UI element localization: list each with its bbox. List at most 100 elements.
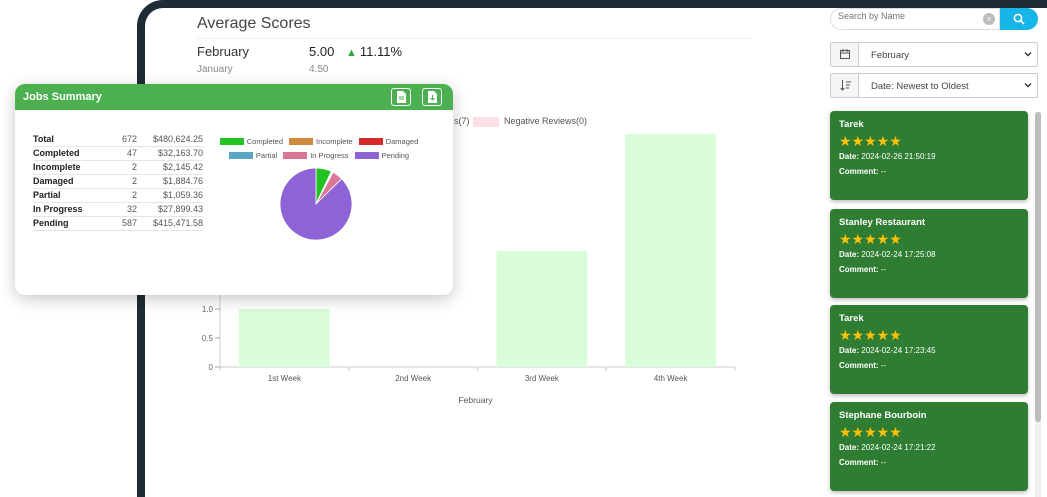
- jobs-summary-card: Jobs Summary Total 672 $480,624.25 Complete…: [15, 84, 453, 295]
- review-date: Date: 2024-02-24 17:23:45: [839, 346, 1019, 355]
- sort-select[interactable]: Date: Newest to Oldest: [830, 73, 1038, 98]
- x-tick-label: 2nd Week: [395, 374, 432, 383]
- reviewer-name: Tarek: [839, 119, 864, 130]
- pie-legend-label: Pending: [381, 151, 410, 160]
- month-select[interactable]: February: [830, 42, 1038, 67]
- review-card[interactable]: Tarek ★★★★★ Date: 2024-02-26 21:50:19 Comme…: [830, 111, 1028, 200]
- jobs-summary-title: Jobs Summary: [23, 91, 102, 103]
- pie-legend-swatch: [228, 152, 253, 159]
- row-label: Total: [33, 132, 99, 147]
- row-amount: $415,471.58: [137, 216, 203, 231]
- table-row: Incomplete 2 $2,145.42: [33, 160, 203, 175]
- file-export-icon: [397, 91, 406, 103]
- comment-label: Comment:: [839, 458, 879, 467]
- search-button[interactable]: [1000, 8, 1038, 30]
- bar-1[interactable]: [239, 309, 330, 367]
- x-tick-label: 3rd Week: [525, 374, 560, 383]
- date-label: Date:: [839, 346, 860, 355]
- row-label: Partial: [33, 188, 99, 203]
- calendar-icon: [840, 49, 850, 59]
- table-row: Pending 587 $415,471.58: [33, 216, 203, 231]
- pie-legend-item[interactable]: In Progress: [283, 151, 349, 160]
- y-tick-label: 1.0: [202, 305, 214, 314]
- pie-legend-label: Completed: [246, 137, 284, 146]
- date-label: Date:: [839, 152, 860, 161]
- review-card[interactable]: Stephane Bourboin ★★★★★ Date: 2024-02-24 1…: [830, 402, 1028, 491]
- row-count: 47: [99, 146, 137, 161]
- export-pdf-button[interactable]: [391, 88, 411, 106]
- pie-legend: Completed Incomplete Damaged Partial In Pro…: [209, 137, 429, 165]
- row-label: In Progress: [33, 202, 99, 217]
- star-rating: ★★★★★: [839, 327, 902, 343]
- table-row: Completed 47 $32,163.70: [33, 146, 203, 161]
- bar-4[interactable]: [625, 134, 716, 367]
- review-date: Date: 2024-02-26 21:50:19: [839, 152, 1019, 161]
- comment-label: Comment:: [839, 265, 879, 274]
- sort-select-value: Date: Newest to Oldest: [871, 81, 969, 92]
- row-amount: $480,624.25: [137, 132, 203, 147]
- chevron-down-icon: [1024, 52, 1032, 57]
- comment-label: Comment:: [839, 167, 879, 176]
- clear-search-icon[interactable]: ×: [983, 13, 995, 25]
- file-download-icon: [428, 91, 437, 103]
- star-rating: ★★★★★: [839, 424, 902, 440]
- reviewer-name: Stanley Restaurant: [839, 217, 926, 228]
- date-value: 2024-02-26 21:50:19: [861, 152, 936, 161]
- jobs-status-pie-chart: [279, 167, 353, 241]
- review-card[interactable]: Tarek ★★★★★ Date: 2024-02-24 17:23:45 Comme…: [830, 305, 1028, 394]
- pie-legend-item[interactable]: Incomplete: [289, 137, 353, 146]
- row-label: Incomplete: [33, 160, 99, 175]
- pie-legend-item[interactable]: Pending: [354, 151, 410, 160]
- bar-3[interactable]: [496, 251, 588, 367]
- star-rating: ★★★★★: [839, 133, 902, 149]
- star-rating: ★★★★★: [839, 231, 902, 247]
- row-amount: $1,884.76: [137, 174, 203, 189]
- row-count: 672: [99, 132, 137, 147]
- row-label: Pending: [33, 216, 99, 231]
- row-label: Damaged: [33, 174, 99, 189]
- table-row: Total 672 $480,624.25: [33, 132, 203, 147]
- export-excel-button[interactable]: [422, 88, 442, 106]
- search-icon: [1013, 13, 1025, 25]
- comment-value: --: [880, 265, 887, 274]
- pie-legend-label: Damaged: [385, 137, 419, 146]
- month-select-value: February: [871, 50, 910, 61]
- comment-value: --: [880, 361, 887, 370]
- review-comment: Comment: --: [839, 361, 1019, 370]
- review-comment: Comment: --: [839, 458, 1019, 467]
- x-axis-label: February: [458, 395, 493, 405]
- pie-legend-item[interactable]: Damaged: [358, 137, 419, 146]
- row-count: 2: [99, 188, 137, 203]
- pie-legend-swatch: [289, 138, 314, 145]
- chevron-down-icon: [1024, 83, 1032, 88]
- x-tick-label: 4th Week: [654, 374, 689, 383]
- reviews-scrollbar-thumb[interactable]: [1035, 112, 1041, 422]
- y-tick-label: 0: [209, 363, 214, 372]
- table-row: Partial 2 $1,059.36: [33, 188, 203, 203]
- search-input[interactable]: [838, 11, 978, 21]
- pie-legend-label: Incomplete: [316, 137, 353, 146]
- pie-legend-swatch: [358, 138, 383, 145]
- pie-legend-item[interactable]: Partial: [228, 151, 278, 160]
- comment-value: --: [880, 458, 887, 467]
- review-card[interactable]: Stanley Restaurant ★★★★★ Date: 2024-02-24 …: [830, 209, 1028, 298]
- table-row: In Progress 32 $27,899.43: [33, 202, 203, 217]
- pie-legend-item[interactable]: Completed: [219, 137, 284, 146]
- pie-legend-label: In Progress: [310, 151, 349, 160]
- pie-slice-pending[interactable]: [279, 167, 353, 241]
- row-amount: $2,145.42: [137, 160, 203, 175]
- sort-icon: [840, 80, 851, 91]
- pie-legend-label: Partial: [255, 151, 278, 160]
- row-count: 32: [99, 202, 137, 217]
- y-tick-label: 0.5: [202, 334, 214, 343]
- pie-legend-swatch: [283, 152, 308, 159]
- pie-legend-swatch: [219, 138, 244, 145]
- row-amount: $1,059.36: [137, 188, 203, 203]
- date-label: Date:: [839, 443, 860, 452]
- reviewer-name: Tarek: [839, 313, 864, 324]
- review-date: Date: 2024-02-24 17:21:22: [839, 443, 1019, 452]
- row-count: 2: [99, 160, 137, 175]
- row-label: Completed: [33, 146, 99, 161]
- review-comment: Comment: --: [839, 167, 1019, 176]
- sort-icon-box: [831, 74, 859, 97]
